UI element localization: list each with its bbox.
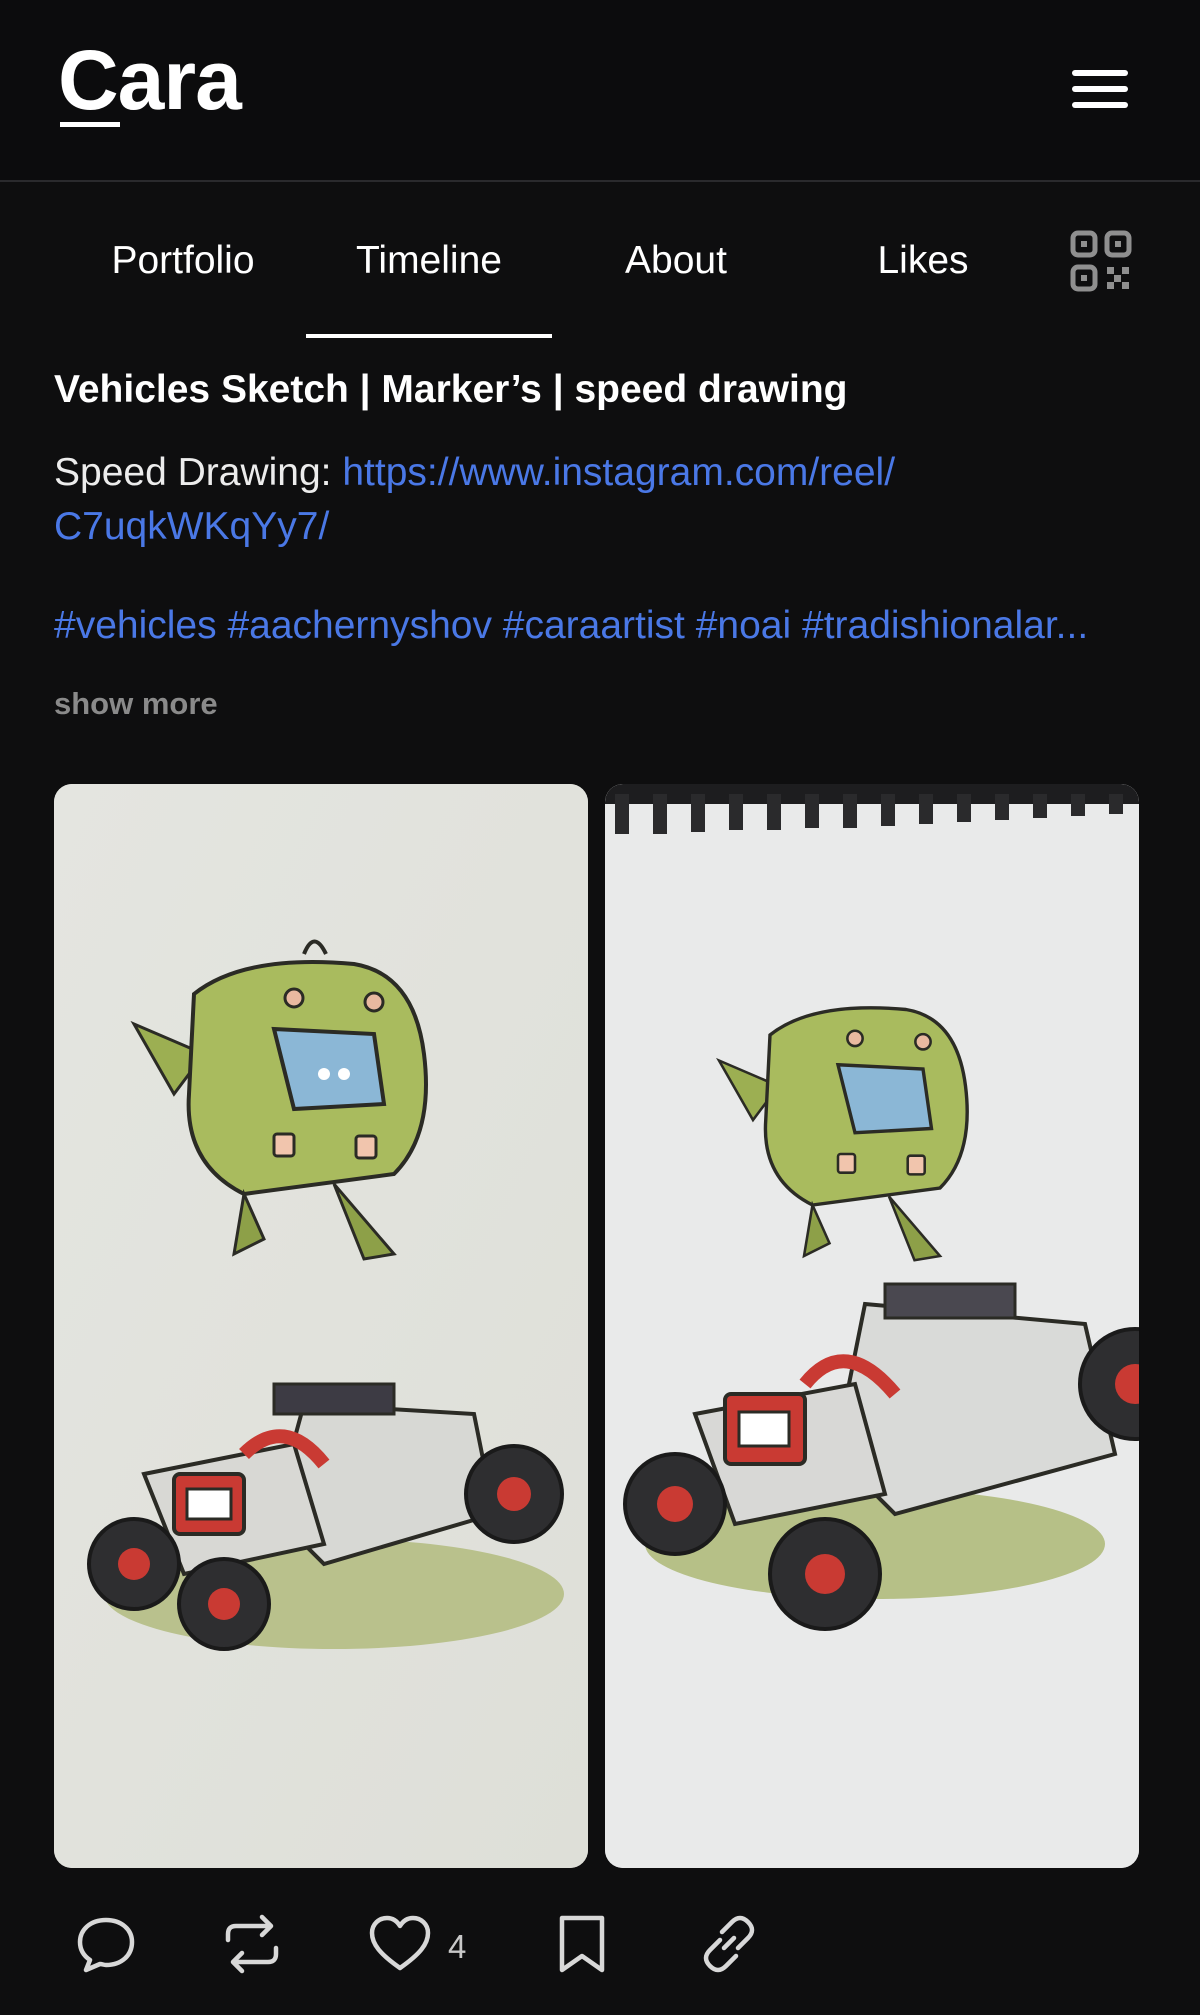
like-count: 4: [448, 1928, 467, 1965]
artwork-image-1[interactable]: [54, 784, 588, 1868]
heart-icon: [369, 1915, 431, 1971]
bookmark-icon: [559, 1915, 605, 1973]
hashtag-line: #vehicles #aachernyshov #caraartist #noa…: [54, 604, 1154, 648]
qr-code-icon: [1070, 230, 1132, 292]
description-prefix: Speed Drawing:: [54, 451, 343, 494]
bookmark-button[interactable]: [556, 1912, 608, 1976]
hashtag[interactable]: #tradishionalar...: [802, 604, 1088, 647]
cara-logo[interactable]: Cara: [58, 38, 242, 122]
tab-about[interactable]: About: [553, 184, 799, 338]
tab-label: Likes: [877, 239, 969, 282]
tab-timeline[interactable]: Timeline: [306, 184, 552, 338]
qr-code-button[interactable]: [1070, 230, 1132, 292]
post-action-bar: 4: [0, 1900, 1200, 1990]
vehicle-sketch-illustration: [54, 784, 588, 1868]
tab-label: Timeline: [356, 239, 502, 282]
artwork-image-2[interactable]: [605, 784, 1139, 1868]
hashtag[interactable]: #aachernyshov: [227, 604, 492, 647]
tab-label: Portfolio: [111, 239, 255, 282]
logo-underline: [60, 122, 120, 127]
hashtag[interactable]: #noai: [696, 604, 791, 647]
hashtag[interactable]: #vehicles: [54, 604, 217, 647]
comment-button[interactable]: [74, 1912, 138, 1976]
menu-button[interactable]: [1068, 66, 1132, 112]
hashtag[interactable]: #caraartist: [503, 604, 685, 647]
post-title: Vehicles Sketch | Marker’s | speed drawi…: [54, 368, 848, 411]
top-header: Cara: [0, 0, 1200, 182]
link-icon: [703, 1915, 755, 1973]
profile-tabs: Portfolio Timeline About Likes: [0, 184, 1200, 338]
tab-likes[interactable]: Likes: [800, 184, 1046, 338]
copy-link-button[interactable]: [696, 1912, 762, 1976]
vehicle-sketch-photo-illustration: [605, 784, 1139, 1868]
tab-label: About: [625, 239, 727, 282]
repost-icon: [225, 1914, 279, 1974]
link-part-1: https://www.instagram.com/reel/: [342, 451, 896, 494]
comment-icon: [77, 1917, 135, 1973]
like-button[interactable]: [368, 1912, 432, 1976]
show-more-link[interactable]: show more: [54, 686, 218, 722]
post-description: Speed Drawing: https://www.instagram.com…: [54, 446, 1154, 554]
tab-portfolio[interactable]: Portfolio: [60, 184, 306, 338]
repost-button[interactable]: [218, 1912, 286, 1976]
link-part-2: C7uqkWKqYy7/: [54, 505, 330, 548]
